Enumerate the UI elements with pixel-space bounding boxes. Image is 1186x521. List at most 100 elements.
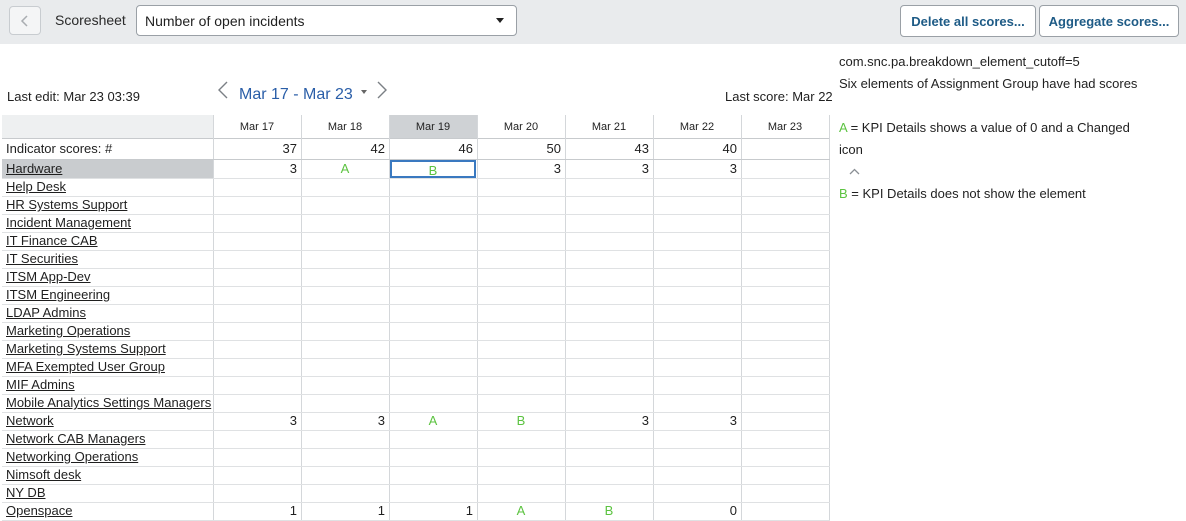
score-cell[interactable]: 3: [213, 160, 301, 178]
column-header[interactable]: Mar 19: [389, 115, 477, 139]
score-cell[interactable]: [565, 196, 653, 214]
aggregate-scores-button[interactable]: Aggregate scores...: [1039, 5, 1179, 37]
score-cell[interactable]: [389, 304, 477, 322]
score-cell[interactable]: [301, 250, 389, 268]
score-cell[interactable]: [213, 394, 301, 412]
score-cell[interactable]: [741, 214, 829, 232]
score-cell[interactable]: [477, 322, 565, 340]
score-cell[interactable]: [741, 160, 829, 178]
next-week-button[interactable]: [375, 79, 389, 104]
score-cell[interactable]: [741, 448, 829, 466]
score-cell[interactable]: [565, 484, 653, 502]
indicator-score-cell[interactable]: 46: [389, 140, 477, 158]
column-header[interactable]: Mar 17: [213, 115, 301, 139]
score-cell[interactable]: [741, 430, 829, 448]
score-cell[interactable]: [301, 466, 389, 484]
row-label-it-finance-cab[interactable]: IT Finance CAB: [2, 232, 213, 250]
score-cell[interactable]: 3: [477, 160, 565, 178]
indicator-score-cell[interactable]: 40: [653, 140, 741, 158]
score-cell[interactable]: [741, 412, 829, 430]
score-cell[interactable]: [741, 358, 829, 376]
delete-all-scores-button[interactable]: Delete all scores...: [900, 5, 1036, 37]
row-label-it-securities[interactable]: IT Securities: [2, 250, 213, 268]
score-cell[interactable]: [653, 430, 741, 448]
score-cell[interactable]: [565, 268, 653, 286]
score-cell[interactable]: [389, 232, 477, 250]
score-cell[interactable]: [213, 340, 301, 358]
score-cell[interactable]: [653, 376, 741, 394]
row-label-incident-management[interactable]: Incident Management: [2, 214, 213, 232]
score-cell[interactable]: [213, 376, 301, 394]
score-cell[interactable]: [301, 286, 389, 304]
score-cell[interactable]: [301, 232, 389, 250]
back-button[interactable]: [9, 6, 41, 35]
row-label-itsm-engineering[interactable]: ITSM Engineering: [2, 286, 213, 304]
column-header[interactable]: Mar 23: [741, 115, 829, 139]
score-cell[interactable]: [565, 466, 653, 484]
score-cell[interactable]: [741, 232, 829, 250]
score-cell[interactable]: [213, 304, 301, 322]
score-cell[interactable]: [213, 232, 301, 250]
date-range-picker[interactable]: Mar 17 - Mar 23: [239, 86, 353, 104]
score-cell[interactable]: [653, 196, 741, 214]
indicator-score-cell[interactable]: [741, 140, 829, 158]
row-label-hr-systems-support[interactable]: HR Systems Support: [2, 196, 213, 214]
score-cell[interactable]: [213, 448, 301, 466]
score-cell[interactable]: [301, 322, 389, 340]
row-label-help-desk[interactable]: Help Desk: [2, 178, 213, 196]
score-cell[interactable]: [477, 250, 565, 268]
row-label-itsm-app-dev[interactable]: ITSM App-Dev: [2, 268, 213, 286]
score-cell[interactable]: [301, 448, 389, 466]
score-cell[interactable]: [741, 484, 829, 502]
score-cell[interactable]: [477, 448, 565, 466]
score-cell[interactable]: [741, 178, 829, 196]
score-cell[interactable]: [741, 502, 829, 520]
score-cell[interactable]: [477, 466, 565, 484]
score-cell[interactable]: [389, 466, 477, 484]
score-cell[interactable]: [741, 466, 829, 484]
score-cell[interactable]: [565, 250, 653, 268]
score-cell[interactable]: [213, 178, 301, 196]
score-cell[interactable]: [301, 430, 389, 448]
score-cell[interactable]: [301, 376, 389, 394]
score-cell[interactable]: 0: [653, 502, 741, 520]
score-cell[interactable]: [477, 394, 565, 412]
score-cell[interactable]: 1: [301, 502, 389, 520]
score-cell[interactable]: [389, 250, 477, 268]
chevron-up-icon[interactable]: [849, 164, 860, 179]
score-cell[interactable]: [389, 394, 477, 412]
score-cell[interactable]: [565, 322, 653, 340]
score-cell[interactable]: [477, 286, 565, 304]
indicator-select[interactable]: Number of open incidents: [136, 5, 517, 36]
score-cell[interactable]: [389, 340, 477, 358]
score-cell[interactable]: [389, 358, 477, 376]
score-cell[interactable]: [389, 286, 477, 304]
score-cell[interactable]: [653, 232, 741, 250]
column-header[interactable]: Mar 18: [301, 115, 389, 139]
row-label-ldap-admins[interactable]: LDAP Admins: [2, 304, 213, 322]
row-label-network[interactable]: Network: [2, 412, 213, 430]
score-cell[interactable]: [389, 322, 477, 340]
score-cell[interactable]: [477, 340, 565, 358]
row-label-ny-db[interactable]: NY DB: [2, 484, 213, 502]
column-header[interactable]: Mar 22: [653, 115, 741, 139]
row-label-marketing-operations[interactable]: Marketing Operations: [2, 322, 213, 340]
score-cell[interactable]: 1: [213, 502, 301, 520]
score-cell[interactable]: [477, 232, 565, 250]
row-label-hardware[interactable]: Hardware: [2, 160, 213, 178]
score-cell[interactable]: [565, 376, 653, 394]
score-cell[interactable]: [301, 484, 389, 502]
column-header[interactable]: Mar 20: [477, 115, 565, 139]
score-cell[interactable]: [653, 394, 741, 412]
score-cell[interactable]: [389, 268, 477, 286]
row-label-nimsoft-desk[interactable]: Nimsoft desk: [2, 466, 213, 484]
score-cell[interactable]: [741, 286, 829, 304]
score-cell[interactable]: [565, 232, 653, 250]
score-cell[interactable]: [389, 178, 477, 196]
score-cell[interactable]: 3: [301, 412, 389, 430]
score-cell[interactable]: [301, 196, 389, 214]
range-dropdown-icon[interactable]: [361, 90, 367, 94]
score-cell[interactable]: [213, 358, 301, 376]
score-cell[interactable]: [301, 268, 389, 286]
score-cell[interactable]: [477, 376, 565, 394]
